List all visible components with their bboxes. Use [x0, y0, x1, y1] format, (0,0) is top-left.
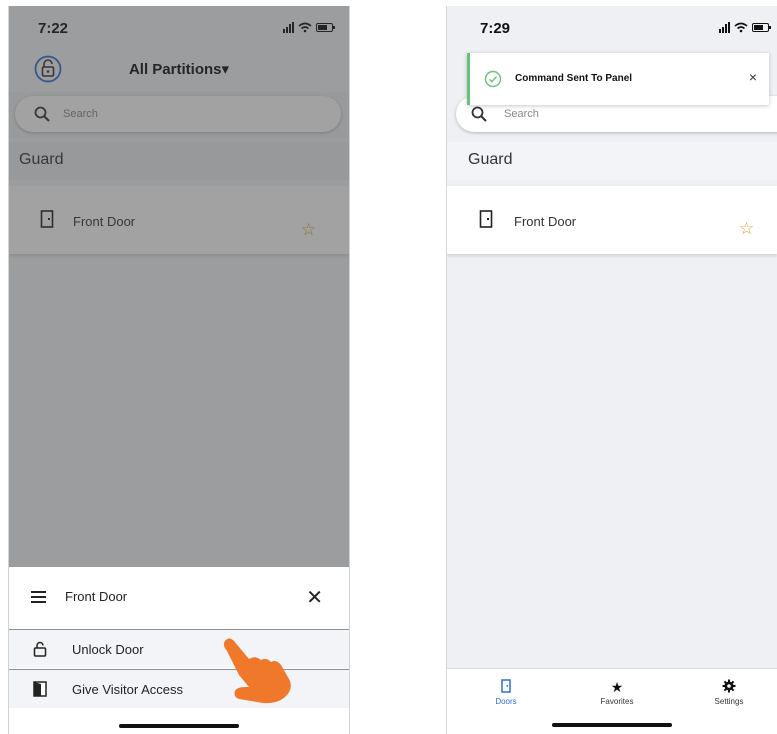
- menu-icon: [31, 591, 46, 603]
- visitor-door-icon: [33, 681, 47, 697]
- unlock-icon: [33, 641, 47, 657]
- unlock-door-button[interactable]: Unlock Door: [9, 630, 349, 668]
- favorite-star-icon[interactable]: ☆: [739, 219, 754, 239]
- door-list-item[interactable]: Front Door ☆: [447, 186, 777, 254]
- right-phone-screen: 7:29 Command Sent To Panel × Search Guar…: [446, 6, 777, 734]
- tab-doors-label: Doors: [495, 697, 517, 706]
- signal-icon: [719, 22, 730, 33]
- status-time: 7:29: [480, 20, 511, 37]
- tab-favorites[interactable]: ★ Favorites: [582, 679, 652, 706]
- toast-message: Command Sent To Panel: [515, 73, 633, 84]
- give-visitor-access-label: Give Visitor Access: [72, 682, 184, 697]
- success-toast: Command Sent To Panel ×: [467, 53, 769, 105]
- gear-icon: [722, 679, 736, 693]
- search-placeholder: Search: [504, 108, 539, 120]
- system-icons: [719, 22, 771, 33]
- door-action-sheet: Front Door ✕ Unlock Door Give Visitor Ac…: [9, 567, 349, 734]
- door-icon: [501, 679, 511, 693]
- section-header: Guard: [447, 142, 777, 180]
- give-visitor-access-button[interactable]: Give Visitor Access: [9, 669, 349, 708]
- close-icon[interactable]: ✕: [306, 585, 323, 610]
- star-icon: ★: [610, 679, 624, 695]
- tab-doors[interactable]: Doors: [471, 679, 541, 706]
- tab-favorites-label: Favorites: [600, 697, 634, 706]
- tap-pointer-hand-icon: [223, 638, 291, 704]
- door-icon: [479, 210, 493, 228]
- search-icon: [471, 106, 487, 122]
- wifi-icon: [734, 22, 748, 33]
- section-title: Guard: [468, 151, 513, 168]
- tab-settings-label: Settings: [714, 697, 744, 706]
- home-indicator: [119, 724, 239, 728]
- tab-settings[interactable]: Settings: [694, 679, 764, 706]
- unlock-door-label: Unlock Door: [72, 642, 144, 657]
- action-sheet-title: Front Door: [65, 589, 128, 604]
- battery-icon: [752, 23, 771, 32]
- bottom-tab-bar: Doors ★ Favorites Settings: [447, 668, 777, 734]
- home-indicator: [552, 723, 672, 727]
- action-sheet-header: Front Door ✕: [9, 567, 349, 630]
- left-phone-screen: 7:22 All Partitions▾ Search Guard Front …: [8, 6, 350, 734]
- toast-close-icon[interactable]: ×: [749, 69, 757, 85]
- check-circle-icon: [484, 70, 502, 88]
- door-name: Front Door: [514, 214, 577, 229]
- status-bar: 7:29: [447, 6, 777, 50]
